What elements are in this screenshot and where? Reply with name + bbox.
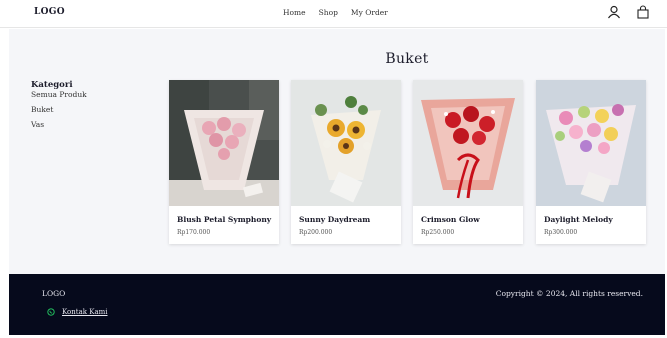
- user-icon[interactable]: [607, 5, 621, 19]
- footer-logo[interactable]: LOGO: [42, 289, 65, 298]
- product-card[interactable]: Blush Petal Symphony Rp170.000: [169, 80, 279, 244]
- copyright-text: Copyright © 2024, All rights reserved.: [495, 289, 643, 298]
- nav-home-link[interactable]: Home: [283, 8, 306, 17]
- product-price: Rp170.000: [177, 229, 211, 236]
- product-price: Rp300.000: [544, 229, 578, 236]
- category-item-vas[interactable]: Vas: [31, 120, 87, 130]
- page-title: Buket: [385, 51, 429, 67]
- product-card[interactable]: Crimson Glow Rp250.000: [413, 80, 523, 244]
- product-image-red-rose-bouquet[interactable]: [413, 80, 523, 206]
- whatsapp-icon: [47, 308, 55, 316]
- product-name[interactable]: Blush Petal Symphony: [177, 215, 271, 224]
- product-price: Rp200.000: [299, 229, 333, 236]
- product-image-blush-bouquet[interactable]: [169, 80, 279, 206]
- product-price: Rp250.000: [421, 229, 455, 236]
- product-card[interactable]: Daylight Melody Rp300.000: [536, 80, 646, 244]
- main-content: Buket Kategori Semua Produk Buket Vas Bl…: [9, 29, 665, 274]
- product-name[interactable]: Sunny Daydream: [299, 215, 370, 224]
- product-card[interactable]: Sunny Daydream Rp200.000: [291, 80, 401, 244]
- product-image-mixed-flower-bouquet[interactable]: [536, 80, 646, 206]
- nav-links: Home Shop My Order: [283, 8, 388, 17]
- nav-my-order-link[interactable]: My Order: [351, 8, 388, 17]
- nav-shop-link[interactable]: Shop: [319, 8, 338, 17]
- site-footer: LOGO Kontak Kami Copyright © 2024, All r…: [9, 274, 665, 335]
- top-navbar: LOGO Home Shop My Order: [0, 0, 667, 28]
- category-sidebar: Kategori Semua Produk Buket Vas: [31, 80, 87, 130]
- site-logo[interactable]: LOGO: [34, 7, 65, 17]
- shopping-bag-icon[interactable]: [636, 5, 650, 19]
- contact-link[interactable]: Kontak Kami: [47, 308, 108, 316]
- contact-label[interactable]: Kontak Kami: [62, 308, 108, 316]
- category-heading: Kategori: [31, 80, 73, 90]
- category-item-buket[interactable]: Buket: [31, 105, 87, 115]
- product-name[interactable]: Crimson Glow: [421, 215, 480, 224]
- product-name[interactable]: Daylight Melody: [544, 215, 613, 224]
- product-image-sunflower-bouquet[interactable]: [291, 80, 401, 206]
- category-item-semua-produk[interactable]: Semua Produk: [31, 90, 87, 100]
